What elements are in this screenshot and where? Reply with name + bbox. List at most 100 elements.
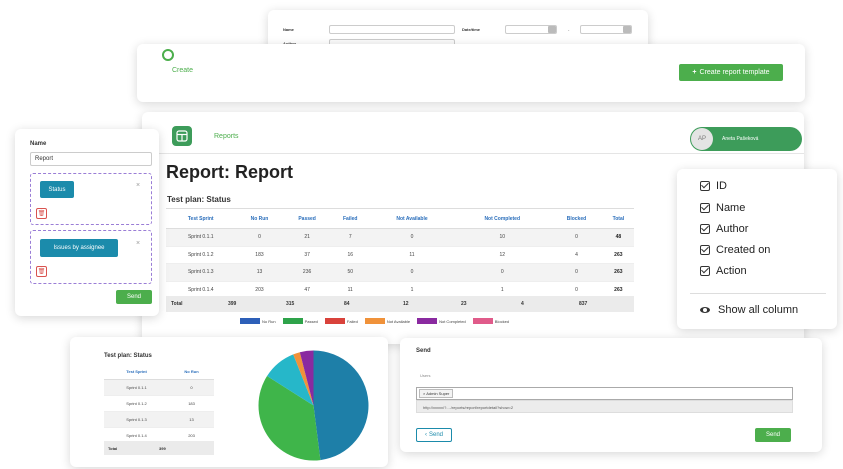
table-row: Sprint 0.1.3 13 236 50 0 0 0 263 [166,263,634,282]
pie-slice [313,350,369,461]
table-cell: Sprint 0.1.2 [104,395,170,412]
table-cell: 0 [235,228,284,247]
table-cell: 16 [330,246,370,264]
trash-icon[interactable]: 🗑 [36,208,47,219]
legend-item[interactable]: Failed [324,318,358,324]
column-option-name[interactable]: Name [700,202,745,214]
total-cell: 399 [228,301,237,307]
column-option-label: ID [716,180,727,192]
checkbox-checked-icon[interactable] [700,224,710,234]
legend-label: Not Available [386,318,411,324]
checkbox-checked-icon[interactable] [700,181,710,191]
table-row: Sprint 0.1.2 183 37 16 11 12 4 263 [166,246,634,264]
legend-label: Not Completed [439,318,466,324]
table-cell: 13 [235,263,284,282]
table-cell: 236 [283,263,331,282]
checkbox-checked-icon[interactable] [700,245,710,255]
form-name-label: Name [283,27,294,32]
widget-status-button[interactable]: Status [40,181,74,198]
user-name[interactable]: Aneta Pašeková [722,136,758,142]
divider [690,293,826,294]
form-name-input[interactable] [329,25,455,34]
table-cell: 4 [550,246,603,264]
legend-swatch [472,318,493,324]
column-header[interactable]: Passed [283,208,331,229]
column-option-author[interactable]: Author [700,223,748,235]
table-cell: 263 [602,246,634,264]
legend-label: No Run [262,318,276,324]
column-option-action[interactable]: Action [700,265,747,277]
back-button-label: Send [428,432,443,438]
table-total-row: Total 399 315 84 12 23 4 837 [166,296,634,312]
show-all-columns-option[interactable]: Show all column [700,304,798,316]
calendar-icon[interactable] [623,26,631,33]
legend-item[interactable]: No Run [240,318,276,324]
report-url-field[interactable]: http://xxxxx/?..../reports/report/report… [416,400,793,413]
name-input[interactable]: Report [30,152,152,166]
table-cell: Sprint 0.1.2 [166,246,236,264]
table-cell: 10 [454,228,551,247]
column-header[interactable]: Blocked [550,208,603,229]
show-all-label: Show all column [718,304,799,316]
send-button[interactable]: Send [116,290,152,304]
create-report-template-button[interactable]: + Create report template [679,64,783,81]
table-cell: 0 [454,263,551,282]
table-cell: 263 [602,263,634,282]
small-status-table: Test Sprint No Run Sprint 0.1.1 0 Sprint… [104,365,214,444]
avatar[interactable]: AP [691,128,713,150]
column-option-label: Name [716,202,746,214]
close-icon[interactable]: × [136,182,140,189]
legend-item[interactable]: Passed [282,318,318,324]
legend-label: Passed [304,318,318,324]
chevron-left-icon: ‹ [424,432,427,438]
column-header[interactable]: Test Sprint [104,365,170,380]
users-label: Users [420,373,431,378]
column-header[interactable]: Failed [330,208,370,229]
legend-item[interactable]: Not Completed [417,318,466,324]
create-link[interactable]: Create [172,67,193,74]
total-label: Total [171,301,183,307]
legend-swatch [282,318,303,324]
column-option-created-on[interactable]: Created on [700,244,770,256]
table-cell: 7 [330,228,370,247]
legend-item[interactable]: Blocked [472,318,509,324]
name-label: Name [30,141,47,147]
send-button[interactable]: Send [755,428,791,442]
user-tag[interactable]: × Admin Super [419,389,454,398]
pie-chart [258,350,369,461]
calendar-icon[interactable] [548,26,556,33]
small-plan-title: Test plan: Status [104,353,152,359]
back-button[interactable]: ‹ Send [416,428,452,442]
table-cell: 0 [169,379,214,396]
column-header[interactable]: Total [602,208,634,229]
widget-issues-button[interactable]: Issues by assignee [40,239,118,257]
column-option-id[interactable]: ID [700,180,727,192]
nav-reports-link[interactable]: Reports [214,133,239,140]
legend-swatch [324,318,345,324]
checkbox-checked-icon[interactable] [700,266,710,276]
column-header[interactable]: No Run [235,208,284,229]
table-cell: 21 [283,228,331,247]
date-separator: - [568,27,570,32]
status-table: Test Sprint No Run Passed Failed Not Ava… [166,208,634,299]
total-cell: 12 [403,301,409,307]
table-cell: Sprint 0.1.1 [104,379,170,396]
send-title: Send [416,348,431,354]
total-cell: 837 [579,301,588,307]
table-cell: 13 [169,411,214,428]
app-logo-icon[interactable] [172,126,192,146]
column-header[interactable]: Not Available [369,208,455,229]
trash-icon[interactable]: 🗑 [36,266,47,277]
table-row: Sprint 0.1.1 0 [104,379,214,396]
table-cell: 11 [369,246,455,264]
close-icon[interactable]: × [136,240,140,247]
table-cell: 183 [169,395,214,412]
total-cell: 84 [344,301,350,307]
users-input[interactable] [416,387,793,400]
column-header[interactable]: No Run [169,365,214,380]
column-header[interactable]: Test Sprint [166,208,236,229]
status-circle-icon [162,49,174,61]
column-header[interactable]: Not Completed [454,208,551,229]
checkbox-checked-icon[interactable] [700,203,710,213]
legend-item[interactable]: Not Available [364,318,411,324]
